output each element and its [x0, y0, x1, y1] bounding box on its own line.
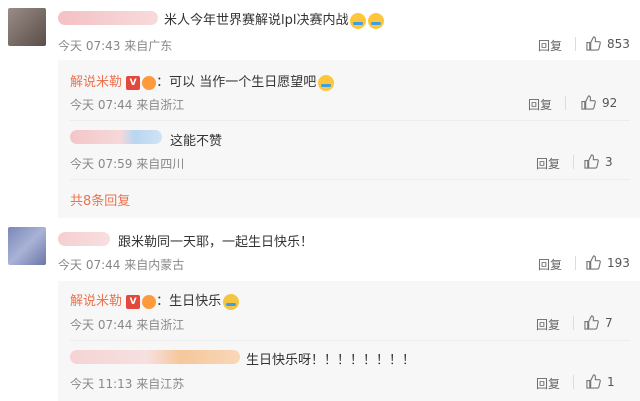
username-blurred[interactable]	[58, 11, 158, 25]
reply-author-link[interactable]: 解说米勒	[70, 75, 122, 90]
divider	[573, 155, 574, 169]
comment-meta: 今天 07:44 来自内蒙古	[58, 258, 185, 272]
like-count: 853	[607, 36, 630, 51]
comment-meta: 今天 07:43 来自广东	[58, 39, 173, 53]
thumbs-up-icon	[584, 315, 599, 330]
like-button[interactable]: 7	[584, 315, 613, 330]
like-count: 1	[607, 374, 615, 389]
thumbs-up-icon	[581, 95, 596, 110]
like-button[interactable]: 853	[586, 36, 630, 51]
cake-emoji-icon	[223, 293, 240, 310]
like-button[interactable]: 3	[584, 154, 613, 169]
thumbs-up-icon	[586, 255, 601, 270]
like-count: 3	[605, 154, 613, 169]
reply-meta: 今天 07:59 来自四川	[70, 157, 185, 171]
thumbs-up-icon	[586, 36, 601, 51]
like-button[interactable]: 1	[586, 374, 615, 389]
v-badge-icon: V	[126, 294, 141, 309]
reply-text: 解说米勒 V ：生日快乐	[70, 290, 240, 310]
v-badge-icon: V	[126, 75, 141, 90]
comment-text: 跟米勒同一天耶，一起生日快乐！	[118, 235, 314, 250]
reply-author-link[interactable]: 解说米勒	[70, 294, 122, 309]
reply-button[interactable]: 回复	[536, 155, 560, 172]
like-count: 7	[605, 315, 613, 330]
like-count: 92	[602, 95, 618, 110]
thumbs-up-icon	[586, 374, 601, 389]
divider	[573, 316, 574, 330]
like-count: 193	[607, 255, 630, 270]
avatar[interactable]	[8, 8, 46, 46]
reply-button[interactable]: 回复	[536, 375, 560, 392]
divider	[573, 375, 574, 389]
crying-emoji-icon	[318, 74, 335, 91]
avatar[interactable]	[8, 227, 46, 265]
fan-badge-icon	[142, 75, 157, 90]
divider	[575, 256, 576, 270]
thumbs-up-icon	[584, 154, 599, 169]
divider	[70, 120, 630, 121]
fan-badge-icon	[142, 294, 157, 309]
crying-emoji-icon	[350, 12, 367, 29]
crying-emoji-icon	[368, 12, 385, 29]
username-blurred[interactable]	[70, 130, 162, 144]
username-blurred[interactable]	[58, 232, 110, 246]
reply-button[interactable]: 回复	[536, 316, 560, 333]
divider	[70, 179, 630, 180]
reply-button[interactable]: 回复	[538, 37, 562, 54]
reply-button[interactable]: 回复	[538, 256, 562, 273]
divider	[70, 340, 630, 341]
reply-text: 生日快乐呀！！！！！！！！	[246, 353, 416, 368]
comment-text: 米人今年世界赛解说lpl决赛内战	[164, 9, 385, 29]
username-blurred[interactable]	[70, 350, 240, 364]
like-button[interactable]: 92	[581, 95, 617, 110]
more-replies-link[interactable]: 共8条回复	[70, 190, 130, 209]
reply-meta: 今天 07:44 来自浙江	[70, 98, 185, 112]
like-button[interactable]: 193	[586, 255, 630, 270]
reply-text: 这能不赞	[170, 134, 223, 149]
divider	[565, 96, 566, 110]
divider	[575, 37, 576, 51]
reply-button[interactable]: 回复	[528, 96, 552, 113]
reply-text: 解说米勒 V ：可以 当作一个生日愿望吧	[70, 71, 335, 91]
reply-meta: 今天 11:13 来自江苏	[70, 377, 185, 391]
reply-meta: 今天 07:44 来自浙江	[70, 318, 185, 332]
